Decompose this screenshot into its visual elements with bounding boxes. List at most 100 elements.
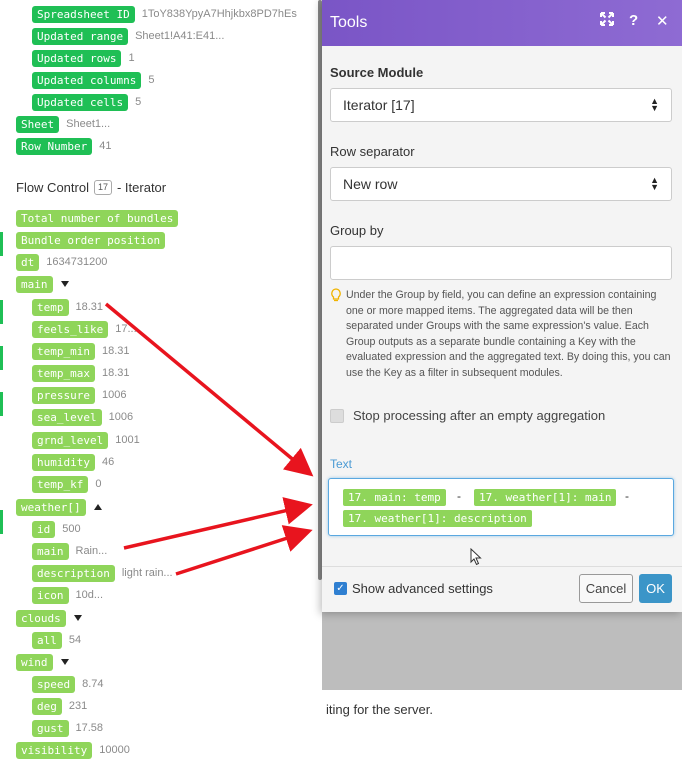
text-input[interactable]: 17. main: temp - 17. weather[1]: main - … [328, 478, 674, 536]
item-pill[interactable]: main [16, 275, 53, 293]
mapping-item[interactable]: Updated cells 5 [32, 92, 141, 112]
row-separator-select[interactable]: New row ▲ ▼ [330, 167, 672, 201]
item-pill[interactable]: Spreadsheet ID [32, 5, 135, 23]
group-by-input[interactable] [330, 246, 672, 280]
mapping-item[interactable]: dt 1634731200 [16, 252, 107, 272]
mapping-item[interactable]: temp_kf 0 [32, 474, 101, 494]
mapping-item-main[interactable]: main [16, 274, 69, 294]
item-pill[interactable]: pressure [32, 386, 95, 404]
item-pill[interactable]: grnd_level [32, 431, 109, 449]
mapping-item[interactable]: Total number of bundles [16, 208, 179, 228]
mapping-item[interactable]: description light rain... [32, 563, 173, 583]
item-pill[interactable]: temp [32, 298, 69, 316]
item-pill[interactable]: wind [16, 653, 53, 671]
item-pill[interactable]: Sheet [16, 115, 60, 133]
item-value: 46 [101, 456, 115, 468]
mapping-item[interactable]: main Rain... [32, 541, 107, 561]
item-pill[interactable]: temp_max [32, 364, 95, 382]
item-pill[interactable]: icon [32, 586, 69, 604]
expand-icon[interactable] [600, 12, 614, 30]
mapping-item[interactable]: Row Number 41 [16, 136, 111, 156]
source-module-select[interactable]: Iterator [17] ▲ ▼ [330, 88, 672, 122]
item-value: 1 [128, 52, 135, 64]
row-separator-label: Row separator [330, 144, 415, 159]
mapping-item[interactable]: Spreadsheet ID 1ToY838YpyA7Hhjkbx8PD7hEs [32, 4, 297, 24]
collapse-caret-icon[interactable] [60, 659, 69, 665]
mapping-item[interactable]: Updated range Sheet1!A41:E41... [32, 26, 224, 46]
group-by-help: Under the Group by field, you can define… [330, 288, 672, 382]
item-pill[interactable]: all [32, 631, 62, 649]
mapping-item[interactable]: temp_min 18.31 [32, 341, 130, 361]
help-icon[interactable]: ? [629, 12, 638, 29]
close-icon[interactable]: ✕ [656, 12, 669, 30]
stop-processing-checkbox[interactable] [330, 408, 344, 423]
mapping-item[interactable]: feels_like 17... [32, 319, 137, 339]
item-value: 231 [68, 700, 88, 712]
stop-processing-option[interactable]: Stop processing after an empty aggregati… [330, 408, 605, 423]
collapse-caret-icon[interactable] [60, 281, 69, 287]
mapping-item[interactable]: pressure 1006 [32, 385, 126, 405]
mapping-item[interactable]: Updated rows 1 [32, 48, 135, 68]
mapping-item[interactable]: all 54 [32, 630, 81, 650]
cancel-button[interactable]: Cancel [579, 574, 633, 603]
show-advanced-option[interactable]: ✓ Show advanced settings [334, 581, 493, 596]
expand-caret-icon[interactable] [93, 504, 102, 510]
item-pill[interactable]: deg [32, 697, 62, 715]
row-separator-value: New row [343, 176, 398, 192]
item-pill[interactable]: Updated rows [32, 49, 122, 67]
item-pill[interactable]: humidity [32, 453, 95, 471]
mapping-item[interactable]: Bundle order position [16, 230, 166, 250]
mapping-item[interactable]: sea_level 1006 [32, 407, 133, 427]
item-pill[interactable]: Bundle order position [16, 231, 166, 249]
ok-button[interactable]: OK [639, 574, 672, 603]
mapping-item[interactable]: temp 18.31 [32, 297, 103, 317]
item-pill[interactable]: Updated range [32, 27, 129, 45]
mapping-item[interactable]: speed 8.74 [32, 674, 104, 694]
item-pill[interactable]: Updated cells [32, 93, 129, 111]
mapping-item[interactable]: Updated columns 5 [32, 70, 154, 90]
show-advanced-checkbox[interactable]: ✓ [334, 582, 347, 595]
item-pill[interactable]: speed [32, 675, 76, 693]
item-pill[interactable]: Row Number [16, 137, 93, 155]
item-pill[interactable]: weather[] [16, 498, 86, 516]
item-pill[interactable]: Total number of bundles [16, 209, 179, 227]
item-pill[interactable]: description [32, 564, 115, 582]
item-value: light rain... [121, 567, 173, 579]
module-section-title: Flow Control 17 - Iterator [16, 180, 166, 195]
item-value: 41 [99, 140, 112, 152]
collapse-caret-icon[interactable] [73, 615, 82, 621]
mouse-cursor-svg [470, 547, 482, 566]
item-pill[interactable]: gust [32, 719, 69, 737]
item-value: 18.31 [101, 345, 130, 357]
mapping-item[interactable]: gust 17.58 [32, 718, 103, 738]
mapping-item[interactable]: id 500 [32, 519, 81, 539]
status-bar: iting for the server. [322, 690, 682, 762]
mapping-item[interactable]: visibility 10000 [16, 740, 130, 760]
mapping-item-wind[interactable]: wind [16, 652, 69, 672]
item-value: Sheet1!A41:E41... [135, 30, 225, 42]
item-pill[interactable]: main [32, 542, 69, 560]
mapping-item[interactable]: Sheet Sheet1... [16, 114, 110, 134]
token-main-temp[interactable]: 17. main: temp [343, 489, 446, 506]
item-pill[interactable]: temp_min [32, 342, 95, 360]
mapping-item[interactable]: grnd_level 1001 [32, 430, 140, 450]
item-pill[interactable]: visibility [16, 741, 93, 759]
mapping-item[interactable]: humidity 46 [32, 452, 114, 472]
item-pill[interactable]: sea_level [32, 408, 102, 426]
item-pill[interactable]: dt [16, 253, 40, 271]
mapping-item-clouds[interactable]: clouds [16, 608, 82, 628]
mapping-item[interactable]: temp_max 18.31 [32, 363, 130, 383]
mapping-item[interactable]: deg 231 [32, 696, 87, 716]
item-pill[interactable]: clouds [16, 609, 66, 627]
source-module-label: Source Module [330, 65, 424, 80]
item-pill[interactable]: feels_like [32, 320, 109, 338]
item-pill[interactable]: Updated columns [32, 71, 142, 89]
mapping-item[interactable]: icon 10d... [32, 585, 103, 605]
token-weather-description[interactable]: 17. weather[1]: description [343, 510, 532, 527]
footer-divider [322, 566, 682, 567]
mapping-item-weather[interactable]: weather[] [16, 497, 102, 517]
dialog-header: Tools ? ✕ [322, 0, 682, 46]
item-pill[interactable]: temp_kf [32, 475, 89, 493]
token-weather-main[interactable]: 17. weather[1]: main [474, 489, 617, 506]
item-pill[interactable]: id [32, 520, 56, 538]
